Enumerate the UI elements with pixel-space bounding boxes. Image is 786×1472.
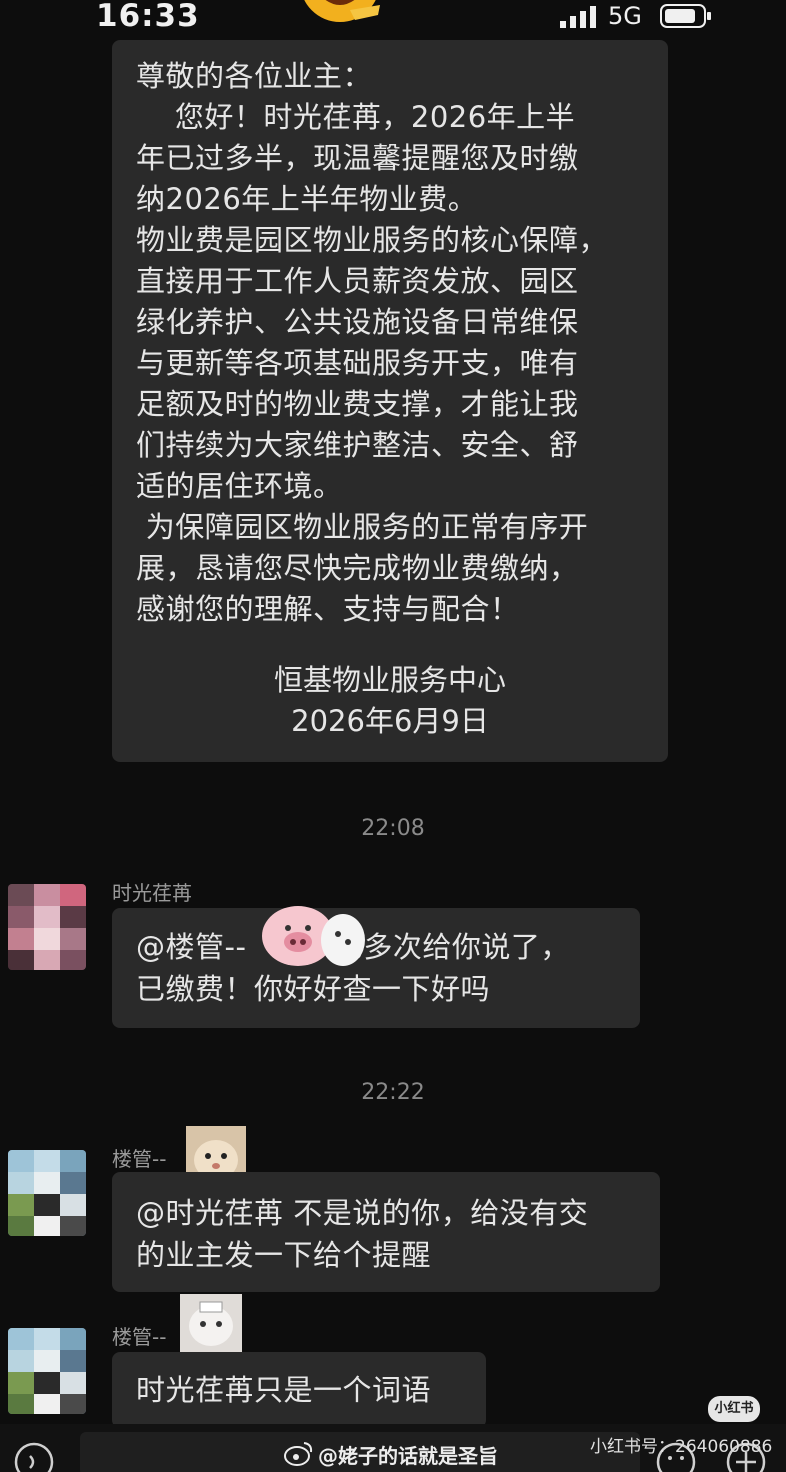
- message-text-line: @时光荏苒 不是说的你，给没有交: [136, 1196, 589, 1230]
- network-label: 5G: [608, 2, 642, 30]
- message-text-line: 时光荏苒只是一个词语: [136, 1373, 432, 1407]
- notice-line: 绿化养护、公共设施设备日常维保: [136, 305, 579, 339]
- avatar[interactable]: [8, 1328, 86, 1414]
- laughing-emoji-icon: [304, 0, 380, 22]
- notice-line: 物业费是园区物业服务的核心保障，: [136, 223, 609, 257]
- notice-line: 感谢您的理解、支持与配合！: [136, 592, 520, 626]
- notice-date: 2026年6月9日: [291, 704, 489, 738]
- message-timestamp: 22:22: [361, 1080, 425, 1105]
- notice-line: 足额及时的物业费支撑，才能让我: [136, 387, 579, 421]
- chat-screen: 16:33 5G 尊敬的各位业主： 您好！时光荏苒，2026年上半 年已过多半，…: [0, 0, 786, 1472]
- cat-sticker-icon: [180, 1294, 242, 1352]
- status-bar: 16:33 5G: [0, 0, 786, 36]
- message-bubble[interactable]: 时光荏苒只是一个词语: [112, 1352, 486, 1428]
- notice-line: 与更新等各项基础服务开支，唯有: [136, 346, 579, 380]
- message-text-line: @楼管-- 已多次给你说了，: [136, 930, 570, 964]
- status-time: 16:33: [96, 0, 200, 34]
- avatar[interactable]: [8, 884, 86, 970]
- message-text-line: 已缴费！你好好查一下好吗: [136, 972, 491, 1006]
- notice-signature: 恒基物业服务中心: [273, 663, 506, 697]
- voice-icon[interactable]: [14, 1442, 54, 1472]
- notice-line: 适的居住环境。: [136, 469, 343, 503]
- message-text-line: 的业主发一下给个提醒: [136, 1238, 432, 1272]
- weibo-icon: [284, 1442, 313, 1466]
- avatar[interactable]: [8, 1150, 86, 1236]
- signal-icon: [560, 6, 596, 28]
- sender-name: 楼管--: [112, 1325, 167, 1349]
- message-bubble[interactable]: @楼管-- 已多次给你说了， 已缴费！你好好查一下好吗: [112, 908, 640, 1028]
- notice-line: 尊敬的各位业主：: [136, 59, 373, 93]
- notice-line: 年已过多半，现温馨提醒您及时缴: [136, 141, 579, 175]
- notice-line: 您好！时光荏苒，2026年上半: [136, 100, 576, 134]
- xiaohongshu-id: 小红书号：264060886: [590, 1437, 773, 1457]
- message-bubble[interactable]: @时光荏苒 不是说的你，给没有交 的业主发一下给个提醒: [112, 1172, 660, 1292]
- sender-name: 时光荏苒: [112, 881, 192, 905]
- notice-line: 展，恳请您尽快完成物业费缴纳，: [136, 551, 579, 585]
- notice-message-bubble[interactable]: 尊敬的各位业主： 您好！时光荏苒，2026年上半 年已过多半，现温馨提醒您及时缴…: [112, 40, 668, 762]
- notice-line: 们持续为大家维护整洁、安全、舒: [136, 428, 579, 462]
- notice-line: 纳2026年上半年物业费。: [136, 182, 478, 216]
- notice-line: 为保障园区物业服务的正常有序开: [136, 510, 589, 544]
- message-timestamp: 22:08: [361, 816, 425, 841]
- weibo-watermark: @姥子的话就是圣旨: [318, 1444, 498, 1468]
- xiaohongshu-badge: 小红书: [708, 1396, 760, 1422]
- battery-icon: [660, 4, 711, 28]
- notice-line: 直接用于工作人员薪资发放、园区: [136, 264, 579, 298]
- pig-sticker-icon: [262, 906, 365, 966]
- sender-name: 楼管--: [112, 1147, 167, 1171]
